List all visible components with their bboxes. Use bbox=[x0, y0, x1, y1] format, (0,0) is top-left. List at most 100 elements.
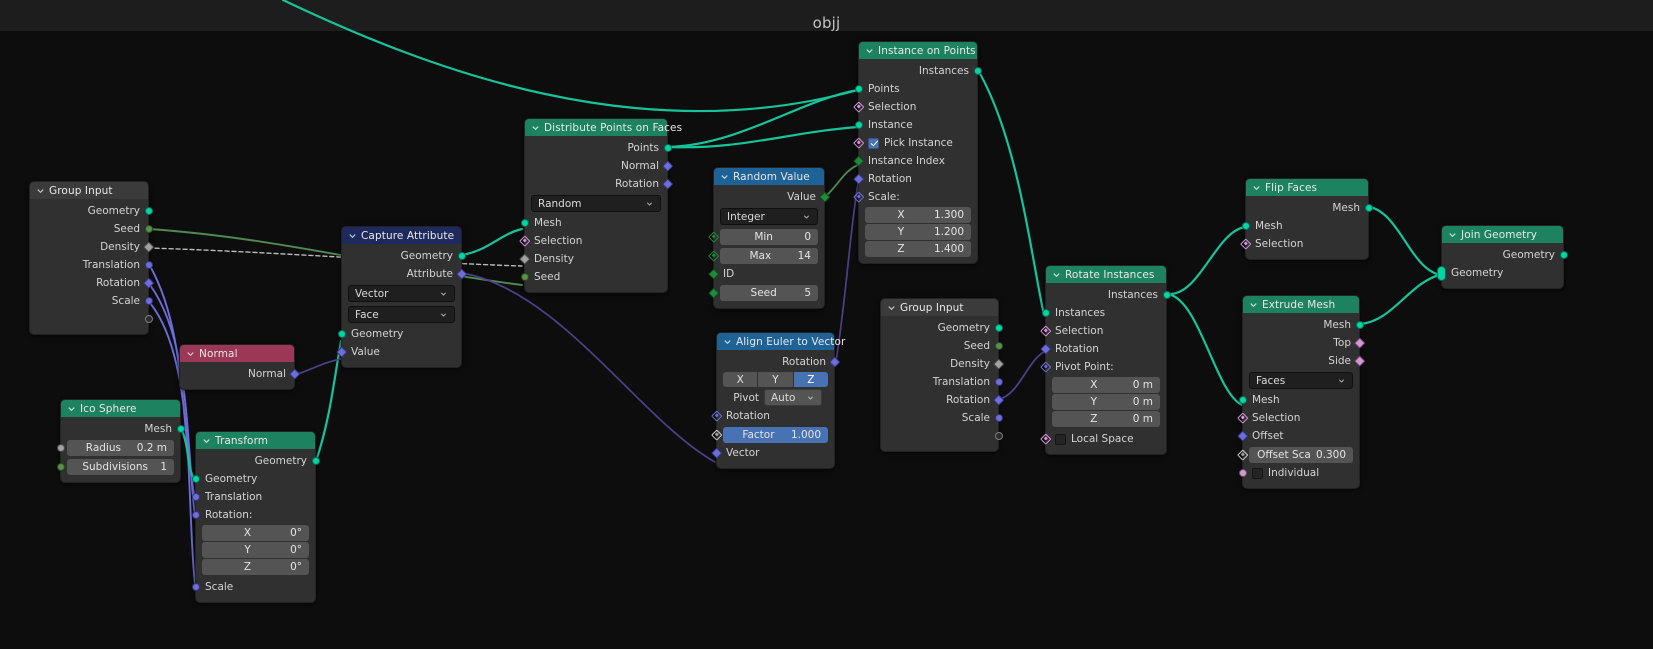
axis-option-x[interactable]: X bbox=[723, 372, 758, 387]
input-mesh[interactable]: Mesh bbox=[520, 214, 667, 232]
output-virtual[interactable] bbox=[30, 310, 153, 328]
domain-dropdown[interactable]: Face bbox=[348, 306, 455, 323]
input-factor[interactable]: Factor 1.000 bbox=[711, 425, 834, 444]
chevron-down-icon[interactable] bbox=[864, 45, 875, 56]
input-instance[interactable]: Instance bbox=[854, 116, 977, 134]
input-geometry[interactable]: Geometry bbox=[191, 470, 315, 488]
output-points[interactable]: Points bbox=[525, 139, 672, 157]
output-geometry[interactable]: Geometry bbox=[196, 452, 320, 470]
output-attribute[interactable]: Attribute bbox=[342, 265, 467, 283]
output-density[interactable]: Density bbox=[881, 355, 1004, 373]
output-value[interactable]: Value bbox=[714, 188, 830, 206]
socket-geometry[interactable] bbox=[337, 330, 346, 338]
node-header[interactable]: Group Input bbox=[881, 299, 998, 316]
output-geometry[interactable]: Geometry bbox=[881, 319, 1003, 337]
socket-integer[interactable] bbox=[994, 342, 1003, 350]
virtual-socket[interactable] bbox=[144, 315, 153, 323]
chevron-down-icon[interactable] bbox=[886, 302, 897, 313]
output-instances[interactable]: Instances bbox=[1046, 286, 1171, 304]
scale-vector-fields[interactable]: X 1.300 Y 1.200 Z 1.400 bbox=[859, 207, 977, 257]
input-rotation[interactable]: Rotation bbox=[711, 407, 834, 425]
node-header[interactable]: Rotate Instances bbox=[1046, 266, 1166, 283]
input-local-space[interactable]: Local Space bbox=[1040, 430, 1166, 448]
socket-integer[interactable] bbox=[144, 225, 153, 233]
seed-field[interactable]: Seed 5 bbox=[720, 284, 818, 301]
node-instance-on-points[interactable]: Instance on Points Instances Points Sele… bbox=[853, 41, 982, 264]
socket-geometry[interactable] bbox=[994, 324, 1003, 332]
input-value[interactable]: Value bbox=[336, 343, 461, 361]
rotation-y-field[interactable]: Y 0° bbox=[202, 542, 309, 558]
extrude-mode-dropdown[interactable]: Faces bbox=[1249, 372, 1353, 389]
chevron-down-icon[interactable] bbox=[201, 435, 212, 446]
socket-vector[interactable] bbox=[191, 493, 200, 501]
output-mesh[interactable]: Mesh bbox=[1246, 199, 1373, 217]
input-min[interactable]: Min 0 bbox=[708, 227, 824, 246]
node-join-geometry[interactable]: Join Geometry Geometry Geometry bbox=[1437, 225, 1568, 289]
node-extrude-mesh[interactable]: Extrude Mesh Mesh Top Side Faces Mesh Se… bbox=[1237, 295, 1365, 489]
output-translation[interactable]: Translation bbox=[30, 256, 153, 274]
chevron-down-icon[interactable] bbox=[185, 348, 196, 359]
node-header[interactable]: Group Input bbox=[30, 182, 148, 199]
input-selection[interactable]: Selection bbox=[1240, 235, 1368, 253]
virtual-socket[interactable] bbox=[994, 432, 1003, 440]
node-group-input-1[interactable]: Group Input Geometry Seed Density Transl… bbox=[29, 181, 154, 335]
chevron-down-icon[interactable] bbox=[1251, 182, 1262, 193]
input-seed[interactable]: Seed bbox=[520, 268, 667, 286]
input-geometry[interactable]: Geometry bbox=[337, 325, 461, 343]
pivot-z-field[interactable]: Z 0 m bbox=[1052, 411, 1160, 427]
socket-geometry[interactable] bbox=[1559, 251, 1568, 259]
chevron-down-icon[interactable] bbox=[719, 171, 730, 182]
axis-option-z[interactable]: Z bbox=[793, 372, 828, 387]
local-space-checkbox[interactable] bbox=[1055, 433, 1066, 445]
socket-geometry[interactable] bbox=[191, 475, 200, 483]
socket-integer[interactable] bbox=[56, 462, 65, 471]
node-header[interactable]: Normal bbox=[180, 345, 294, 362]
socket-geometry[interactable] bbox=[1355, 321, 1364, 329]
node-header[interactable]: Capture Attribute bbox=[342, 227, 461, 244]
chevron-down-icon[interactable] bbox=[347, 230, 358, 241]
socket-geometry[interactable] bbox=[1041, 309, 1050, 317]
socket-vector[interactable] bbox=[994, 378, 1003, 386]
input-selection[interactable]: Selection bbox=[519, 232, 667, 250]
socket-geometry[interactable] bbox=[176, 425, 185, 433]
output-rotation[interactable]: Rotation bbox=[717, 353, 840, 371]
input-rotation[interactable]: Rotation: bbox=[191, 506, 315, 524]
node-transform[interactable]: Transform Geometry Geometry Translation … bbox=[191, 431, 320, 603]
chevron-down-icon[interactable] bbox=[722, 336, 733, 347]
output-seed[interactable]: Seed bbox=[30, 220, 153, 238]
output-density[interactable]: Density bbox=[30, 238, 154, 256]
output-virtual[interactable] bbox=[881, 427, 1003, 445]
data-type-dropdown[interactable]: Vector bbox=[348, 285, 455, 302]
input-id[interactable]: ID bbox=[708, 265, 824, 283]
socket-geometry[interactable] bbox=[520, 219, 529, 227]
input-instances[interactable]: Instances bbox=[1041, 304, 1166, 322]
pivot-vector-fields[interactable]: X 0 m Y 0 m Z 0 m bbox=[1046, 377, 1166, 427]
socket-geometry[interactable] bbox=[854, 85, 863, 93]
output-instances[interactable]: Instances bbox=[859, 62, 982, 80]
socket-geometry[interactable] bbox=[1364, 204, 1373, 212]
max-field[interactable]: Max 14 bbox=[720, 247, 818, 264]
output-mesh[interactable]: Mesh bbox=[1243, 316, 1364, 334]
rotation-x-field[interactable]: X 0° bbox=[202, 525, 309, 541]
socket-geometry[interactable] bbox=[1162, 291, 1171, 299]
pivot-dropdown[interactable]: Auto bbox=[764, 389, 822, 406]
input-selection[interactable]: Selection bbox=[853, 98, 977, 116]
output-scale[interactable]: Scale bbox=[30, 292, 153, 310]
output-rotation[interactable]: Rotation bbox=[525, 175, 673, 193]
offset-scale-field[interactable]: Offset Sca 0.300 bbox=[1249, 446, 1353, 463]
node-flip-faces[interactable]: Flip Faces Mesh Mesh Selection bbox=[1240, 178, 1373, 260]
input-individual[interactable]: Individual bbox=[1238, 464, 1359, 482]
node-header[interactable]: Flip Faces bbox=[1246, 179, 1368, 196]
pivot-x-field[interactable]: X 0 m bbox=[1052, 377, 1160, 393]
output-rotation[interactable]: Rotation bbox=[30, 274, 154, 292]
node-distribute-points-on-faces[interactable]: Distribute Points on Faces Points Normal… bbox=[519, 118, 682, 293]
scale-y-field[interactable]: Y 1.200 bbox=[865, 224, 971, 240]
radius-field[interactable]: Radius 0.2 m bbox=[67, 439, 174, 456]
factor-field[interactable]: Factor 1.000 bbox=[723, 426, 828, 443]
input-scale[interactable]: Scale bbox=[191, 578, 315, 596]
output-scale[interactable]: Scale bbox=[881, 409, 1003, 427]
chevron-down-icon[interactable] bbox=[66, 403, 77, 414]
node-group-input-2[interactable]: Group Input Geometry Seed Density Transl… bbox=[880, 298, 1004, 452]
input-radius[interactable]: Radius 0.2 m bbox=[56, 438, 180, 457]
output-mesh[interactable]: Mesh bbox=[61, 420, 185, 438]
